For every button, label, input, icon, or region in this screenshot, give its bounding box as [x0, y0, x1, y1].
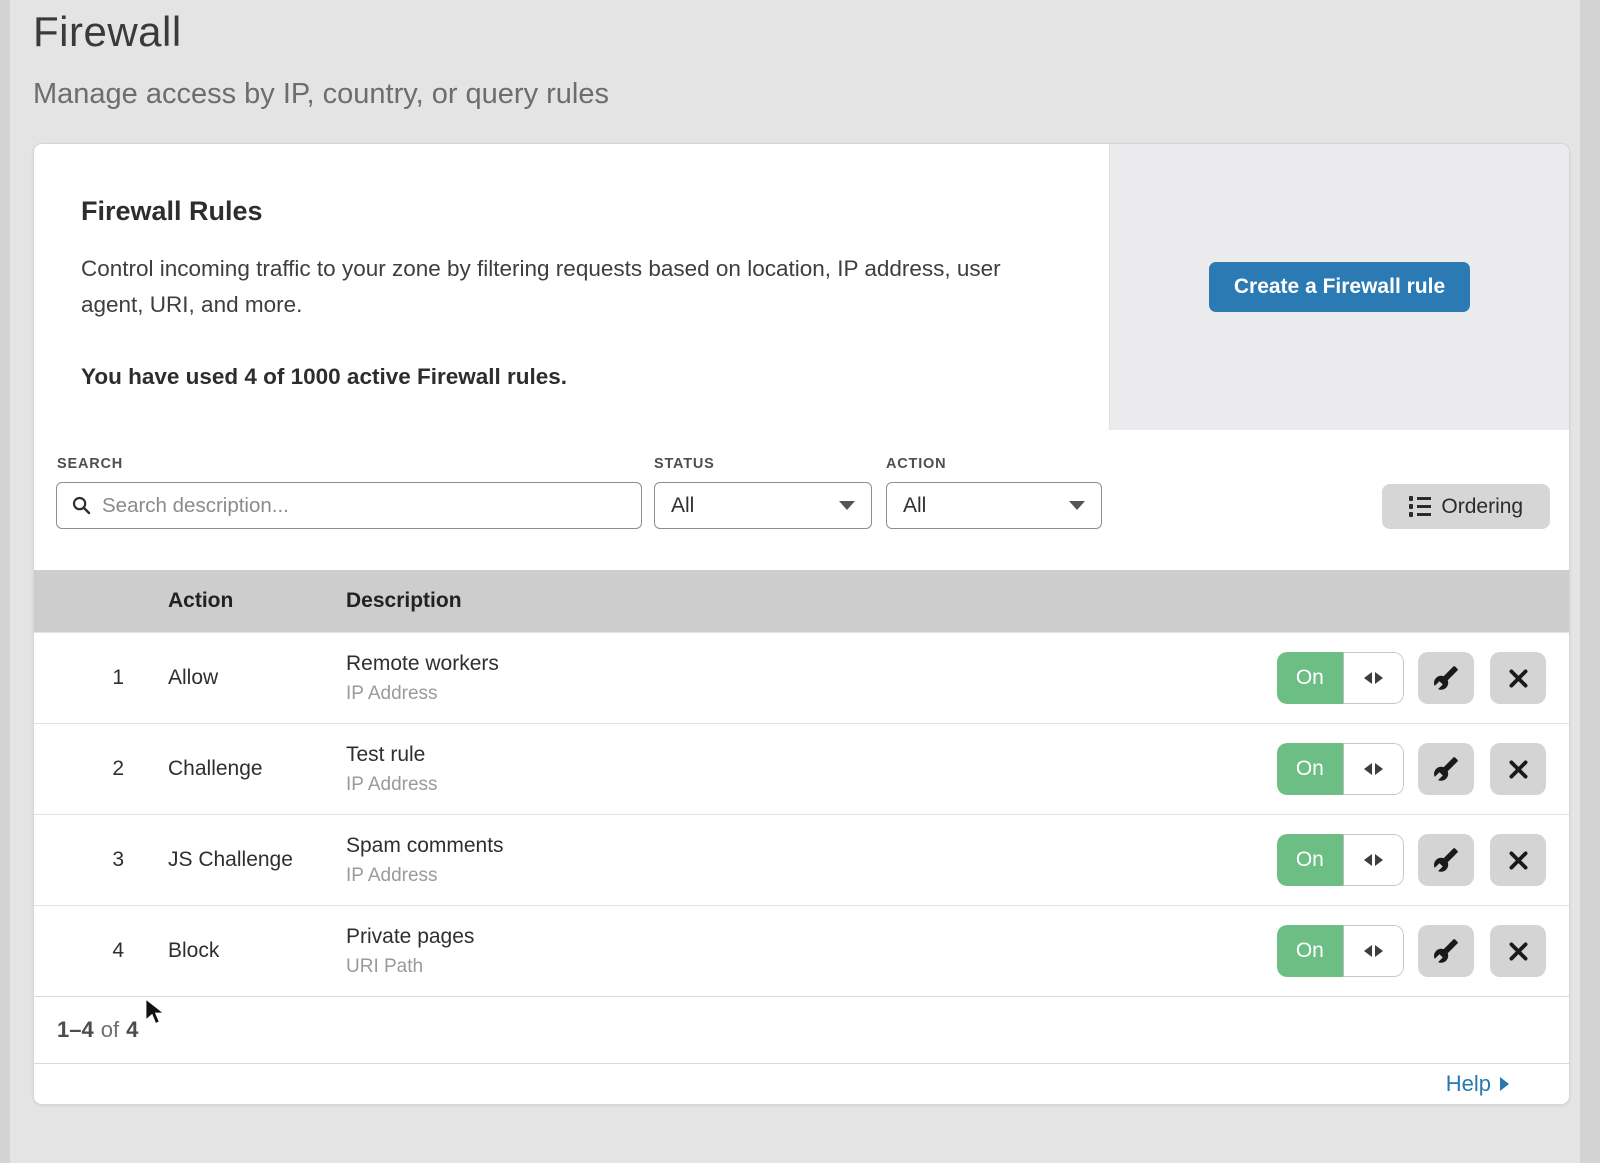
ordering-button-label: Ordering — [1441, 495, 1523, 519]
right-arrow-icon — [1375, 854, 1383, 866]
close-icon — [1507, 667, 1530, 690]
edit-rule-button[interactable] — [1418, 925, 1474, 977]
edit-rule-button[interactable] — [1418, 652, 1474, 704]
rule-enabled-toggle[interactable]: On — [1277, 834, 1343, 886]
rule-description: Spam comments — [346, 834, 1277, 858]
rule-description: Remote workers — [346, 652, 1277, 676]
reorder-handle[interactable] — [1343, 652, 1405, 704]
delete-rule-button[interactable] — [1490, 652, 1546, 704]
wrench-icon — [1433, 756, 1459, 782]
status-select[interactable]: All — [654, 482, 872, 529]
rule-priority: 4 — [34, 939, 168, 963]
rule-description: Private pages — [346, 925, 1277, 949]
rule-action: Block — [168, 939, 346, 963]
delete-rule-button[interactable] — [1490, 925, 1546, 977]
left-edge — [0, 0, 10, 1163]
help-link[interactable]: Help — [1446, 1071, 1509, 1097]
column-header-description: Description — [346, 589, 1277, 613]
right-arrow-icon — [1375, 945, 1383, 957]
table-header: Action Description — [34, 570, 1569, 632]
filter-section: SEARCH STATUS All ACTION All Ordering — [34, 430, 1569, 570]
rule-enabled-toggle[interactable]: On — [1277, 925, 1343, 977]
rule-match-type: IP Address — [346, 774, 1277, 796]
delete-rule-button[interactable] — [1490, 743, 1546, 795]
rule-toggle-group: On — [1277, 743, 1404, 795]
right-arrow-icon — [1375, 763, 1383, 775]
close-icon — [1507, 940, 1530, 963]
edit-rule-button[interactable] — [1418, 743, 1474, 795]
left-arrow-icon — [1364, 945, 1372, 957]
page-header: Firewall Manage access by IP, country, o… — [33, 8, 609, 111]
page-title: Firewall — [33, 8, 609, 56]
close-icon — [1507, 849, 1530, 872]
reorder-handle[interactable] — [1343, 743, 1405, 795]
search-label: SEARCH — [57, 456, 123, 472]
table-row: 3 JS Challenge Spam comments IP Address … — [34, 814, 1569, 905]
delete-rule-button[interactable] — [1490, 834, 1546, 886]
search-input[interactable] — [56, 482, 642, 529]
rule-priority: 3 — [34, 848, 168, 872]
status-select-value: All — [671, 494, 694, 518]
rule-action: Challenge — [168, 757, 346, 781]
reorder-handle[interactable] — [1343, 834, 1405, 886]
pagination-total: 4 — [126, 1017, 138, 1043]
action-label: ACTION — [886, 456, 946, 472]
rule-priority: 2 — [34, 757, 168, 781]
pagination-of: of — [101, 1017, 119, 1043]
left-arrow-icon — [1364, 763, 1372, 775]
help-bar: Help — [34, 1063, 1569, 1104]
chevron-right-icon — [1500, 1077, 1509, 1091]
table-row: 1 Allow Remote workers IP Address On — [34, 632, 1569, 723]
action-select[interactable]: All — [886, 482, 1102, 529]
rule-priority: 1 — [34, 666, 168, 690]
page-subtitle: Manage access by IP, country, or query r… — [33, 78, 609, 111]
rule-match-type: IP Address — [346, 865, 1277, 887]
rule-match-type: URI Path — [346, 956, 1277, 978]
chevron-down-icon — [839, 501, 855, 510]
action-select-value: All — [903, 494, 926, 518]
ordered-list-icon — [1409, 496, 1432, 517]
create-firewall-rule-button[interactable]: Create a Firewall rule — [1209, 262, 1470, 312]
search-icon — [71, 495, 92, 516]
firewall-rules-heading: Firewall Rules — [81, 196, 1069, 227]
intro-section: Firewall Rules Control incoming traffic … — [34, 144, 1569, 430]
table-row: 2 Challenge Test rule IP Address On — [34, 723, 1569, 814]
rule-action: JS Challenge — [168, 848, 346, 872]
wrench-icon — [1433, 938, 1459, 964]
rule-enabled-toggle[interactable]: On — [1277, 743, 1343, 795]
right-arrow-icon — [1375, 672, 1383, 684]
rule-match-type: IP Address — [346, 683, 1277, 705]
intro-text: Firewall Rules Control incoming traffic … — [34, 144, 1109, 430]
pagination-range: 1–4 — [57, 1017, 94, 1043]
status-label: STATUS — [654, 456, 715, 472]
help-link-label: Help — [1446, 1071, 1491, 1097]
firewall-rules-usage: You have used 4 of 1000 active Firewall … — [81, 364, 1069, 390]
table-row: 4 Block Private pages URI Path On — [34, 905, 1569, 996]
rule-description: Test rule — [346, 743, 1277, 767]
wrench-icon — [1433, 665, 1459, 691]
edit-rule-button[interactable] — [1418, 834, 1474, 886]
ordering-button[interactable]: Ordering — [1382, 484, 1550, 529]
left-arrow-icon — [1364, 854, 1372, 866]
close-icon — [1507, 758, 1530, 781]
pagination-bar: 1–4 of 4 — [34, 996, 1569, 1063]
rule-enabled-toggle[interactable]: On — [1277, 652, 1343, 704]
left-arrow-icon — [1364, 672, 1372, 684]
rule-toggle-group: On — [1277, 925, 1404, 977]
firewall-rules-card: Firewall Rules Control incoming traffic … — [33, 143, 1570, 1105]
wrench-icon — [1433, 847, 1459, 873]
rule-toggle-group: On — [1277, 652, 1404, 704]
right-scroll-gutter — [1580, 0, 1600, 1163]
search-wrap — [56, 482, 642, 529]
reorder-handle[interactable] — [1343, 925, 1405, 977]
rule-action: Allow — [168, 666, 346, 690]
column-header-action: Action — [168, 589, 346, 613]
create-panel: Create a Firewall rule — [1109, 144, 1569, 430]
firewall-rules-description: Control incoming traffic to your zone by… — [81, 251, 1041, 324]
chevron-down-icon — [1069, 501, 1085, 510]
rule-toggle-group: On — [1277, 834, 1404, 886]
